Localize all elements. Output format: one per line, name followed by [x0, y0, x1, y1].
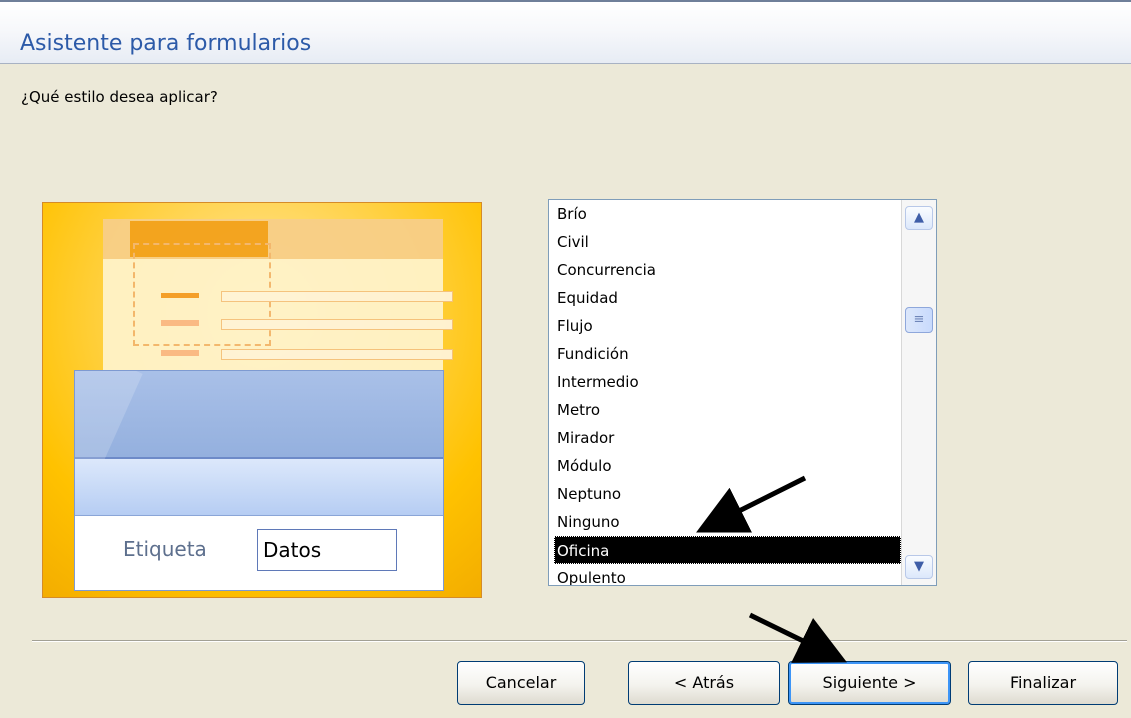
preview-field	[221, 291, 453, 302]
chevron-up-icon[interactable]: ▲	[905, 206, 933, 230]
next-button[interactable]: Siguiente >	[788, 661, 951, 705]
button-divider	[32, 640, 1127, 642]
style-list-item[interactable]: Mirador	[554, 424, 901, 452]
scroll-thumb-grip-icon[interactable]: ≡	[905, 307, 933, 333]
finish-button[interactable]: Finalizar	[968, 661, 1118, 705]
style-list-item[interactable]: Opulento	[554, 564, 901, 585]
style-preview: Etiqueta Datos	[42, 202, 482, 598]
preview-field-label	[161, 350, 199, 356]
style-list-item[interactable]: Flujo	[554, 312, 901, 340]
style-list-item[interactable]: Civil	[554, 228, 901, 256]
style-list-item[interactable]: Intermedio	[554, 368, 901, 396]
style-list-items: Brío Civil Concurrencia Equidad Flujo Fu…	[549, 200, 901, 585]
preview-card-band	[75, 459, 443, 516]
style-list-item[interactable]: Brío	[554, 200, 901, 228]
window-title: Asistente para formularios	[20, 31, 312, 56]
preview-field-label	[161, 320, 199, 326]
style-listbox[interactable]: Brío Civil Concurrencia Equidad Flujo Fu…	[548, 199, 937, 586]
style-list-item[interactable]: Concurrencia	[554, 256, 901, 284]
preview-field	[221, 319, 453, 330]
style-list-item[interactable]: Neptuno	[554, 480, 901, 508]
preview-card-top	[75, 371, 443, 557]
preview-label: Etiqueta	[123, 537, 207, 561]
style-list-item-selected[interactable]: Oficina	[554, 536, 901, 564]
preview-form-card: Etiqueta Datos	[74, 370, 444, 591]
style-list-item[interactable]: Equidad	[554, 284, 901, 312]
preview-field	[221, 349, 453, 360]
style-list-item[interactable]: Módulo	[554, 452, 901, 480]
style-list-item[interactable]: Ninguno	[554, 508, 901, 536]
form-wizard-window: Asistente para formularios ¿Qué estilo d…	[0, 0, 1131, 718]
style-list-item[interactable]: Fundición	[554, 340, 901, 368]
preview-field-label	[161, 293, 199, 298]
style-list-scrollbar[interactable]: ▲ ≡ ▼	[901, 200, 936, 585]
wizard-header: Asistente para formularios	[0, 0, 1131, 64]
cancel-button[interactable]: Cancelar	[457, 661, 585, 705]
style-question: ¿Qué estilo desea aplicar?	[21, 88, 218, 106]
back-button[interactable]: < Atrás	[628, 661, 780, 705]
preview-data-box: Datos	[257, 529, 397, 571]
chevron-down-icon[interactable]: ▼	[905, 555, 933, 579]
style-list-item[interactable]: Metro	[554, 396, 901, 424]
